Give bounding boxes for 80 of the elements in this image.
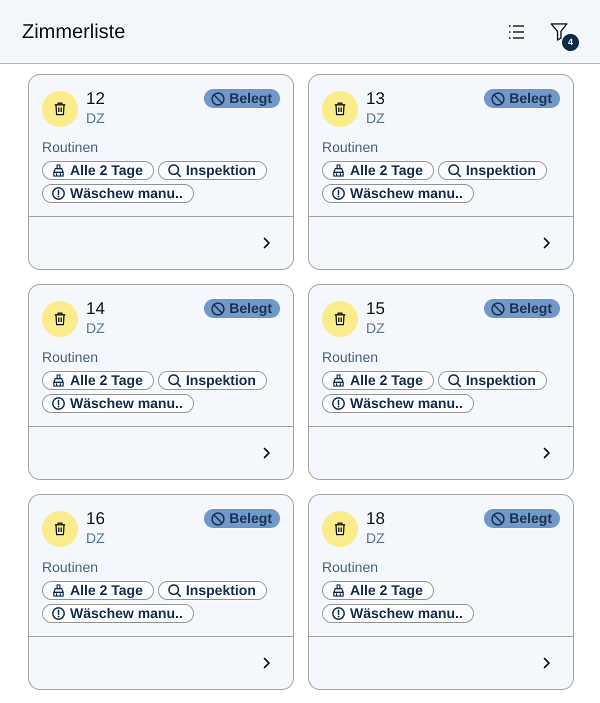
room-number: 14	[86, 299, 106, 319]
trash-icon[interactable]	[42, 511, 78, 547]
list-icon[interactable]	[509, 24, 524, 38]
blocked-icon	[211, 512, 226, 526]
alert-circle-icon	[332, 187, 345, 200]
filter-count-badge: 4	[562, 34, 579, 50]
broom-icon	[332, 374, 345, 387]
search-icon	[448, 164, 461, 177]
room-number: 13	[366, 89, 386, 109]
alert-circle-icon	[52, 397, 65, 410]
chevron-right-icon[interactable]	[263, 237, 271, 249]
broom-icon	[52, 374, 65, 387]
room-number: 12	[86, 89, 106, 109]
routine-label: Wäschew manu..	[350, 184, 463, 203]
routine-label: Alle 2 Tage	[350, 371, 423, 390]
status-text: Belegt	[509, 509, 552, 528]
search-icon	[168, 164, 181, 177]
routine-label: Wäschew manu..	[350, 604, 463, 623]
status-text: Belegt	[229, 89, 272, 108]
routine-label: Alle 2 Tage	[350, 161, 423, 180]
filter-icon[interactable]	[550, 22, 568, 40]
trash-icon[interactable]	[42, 301, 78, 337]
room-type: DZ	[366, 319, 386, 337]
trash-icon[interactable]	[322, 301, 358, 337]
alert-circle-icon	[332, 607, 345, 620]
routine-label: Alle 2 Tage	[70, 581, 143, 600]
broom-icon	[332, 584, 345, 597]
search-icon	[168, 584, 181, 597]
routines-label: Routinen	[42, 558, 100, 576]
room-type: DZ	[366, 529, 386, 547]
blocked-icon	[211, 302, 226, 316]
routine-label: Wäschew manu..	[70, 604, 183, 623]
trash-icon[interactable]	[322, 91, 358, 127]
trash-icon[interactable]	[322, 511, 358, 547]
room-number: 16	[86, 509, 106, 529]
status-text: Belegt	[509, 89, 552, 108]
page-title: Zimmerliste	[22, 20, 126, 44]
routine-label: Inspektion	[466, 161, 536, 180]
routine-label: Alle 2 Tage	[70, 371, 143, 390]
routine-label: Wäschew manu..	[350, 394, 463, 413]
status-text: Belegt	[509, 299, 552, 318]
status-text: Belegt	[229, 509, 272, 528]
routine-label: Inspektion	[186, 581, 256, 600]
room-type: DZ	[366, 109, 386, 127]
trash-icon[interactable]	[42, 91, 78, 127]
search-icon	[168, 374, 181, 387]
routines-label: Routinen	[322, 348, 380, 366]
routine-label: Wäschew manu..	[70, 184, 183, 203]
blocked-icon	[211, 92, 226, 106]
alert-circle-icon	[52, 607, 65, 620]
routine-label: Inspektion	[186, 371, 256, 390]
routines-label: Routinen	[42, 138, 100, 156]
room-number: 15	[366, 299, 386, 319]
status-text: Belegt	[229, 299, 272, 318]
blocked-icon	[491, 512, 506, 526]
alert-circle-icon	[332, 397, 345, 410]
search-icon	[448, 374, 461, 387]
chevron-right-icon[interactable]	[543, 237, 551, 249]
chevron-right-icon[interactable]	[263, 447, 271, 459]
blocked-icon	[491, 302, 506, 316]
chevron-right-icon[interactable]	[543, 447, 551, 459]
blocked-icon	[491, 92, 506, 106]
broom-icon	[52, 584, 65, 597]
routine-label: Inspektion	[186, 161, 256, 180]
chevron-right-icon[interactable]	[543, 657, 551, 669]
routines-label: Routinen	[322, 558, 380, 576]
broom-icon	[52, 164, 65, 177]
room-type: DZ	[86, 529, 106, 547]
broom-icon	[332, 164, 345, 177]
room-number: 18	[366, 509, 386, 529]
alert-circle-icon	[52, 187, 65, 200]
routine-label: Alle 2 Tage	[350, 581, 423, 600]
room-type: DZ	[86, 109, 106, 127]
routines-label: Routinen	[42, 348, 100, 366]
room-type: DZ	[86, 319, 106, 337]
routine-label: Wäschew manu..	[70, 394, 183, 413]
chevron-right-icon[interactable]	[263, 657, 271, 669]
routine-label: Inspektion	[466, 371, 536, 390]
routine-label: Alle 2 Tage	[70, 161, 143, 180]
routines-label: Routinen	[322, 138, 380, 156]
